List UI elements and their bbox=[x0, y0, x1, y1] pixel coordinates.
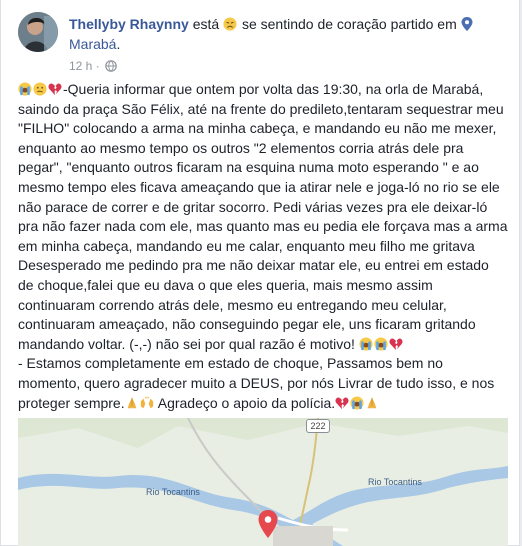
broken-heart-emoji-icon bbox=[48, 81, 63, 97]
location-map[interactable]: Rio Tocantins Rio Tocantins bbox=[18, 418, 508, 546]
map-pin-icon bbox=[461, 16, 473, 32]
crying-face-emoji-icon bbox=[18, 81, 33, 97]
crying-face-emoji-icon bbox=[350, 395, 365, 411]
author-name[interactable]: Thellyby Rhaynny bbox=[69, 16, 189, 32]
river-label: Rio Tocantins bbox=[368, 477, 422, 487]
road-number-badge: 222 bbox=[306, 419, 330, 433]
crying-face-emoji-icon bbox=[359, 336, 374, 352]
post-paragraph-1: -Queria informar que ontem por volta das… bbox=[18, 81, 512, 352]
folded-hands-emoji-icon bbox=[365, 395, 380, 411]
raised-hands-emoji-icon bbox=[140, 395, 155, 411]
location-period: . bbox=[116, 36, 121, 52]
crying-face-emoji-icon bbox=[374, 336, 389, 352]
status-text-post: se sentindo de coração partido em bbox=[238, 16, 461, 32]
post-text: -Queria informar que ontem por volta das… bbox=[18, 80, 508, 413]
broken-heart-emoji-icon bbox=[335, 395, 350, 411]
post-card: Thellyby Rhaynny está se sentindo de cor… bbox=[0, 0, 520, 546]
post-meta: 12 h · bbox=[69, 58, 117, 76]
status-text-pre: está bbox=[188, 16, 224, 32]
post-paragraph-2: - Estamos completamente em estado de cho… bbox=[18, 355, 499, 411]
post-header: Thellyby Rhaynny está se sentindo de cor… bbox=[69, 14, 509, 54]
broken-heart-emoji-icon bbox=[389, 336, 404, 352]
map-marker-icon[interactable] bbox=[258, 510, 278, 543]
disappointed-face-emoji-icon bbox=[223, 16, 238, 32]
author-avatar[interactable] bbox=[18, 12, 58, 52]
globe-icon[interactable] bbox=[105, 60, 117, 76]
folded-hands-emoji-icon bbox=[125, 395, 140, 411]
river-label: Rio Tocantins bbox=[146, 487, 200, 497]
post-timestamp[interactable]: 12 h bbox=[69, 59, 92, 73]
confused-face-emoji-icon bbox=[33, 81, 48, 97]
location-link[interactable]: Marabá bbox=[69, 36, 116, 52]
